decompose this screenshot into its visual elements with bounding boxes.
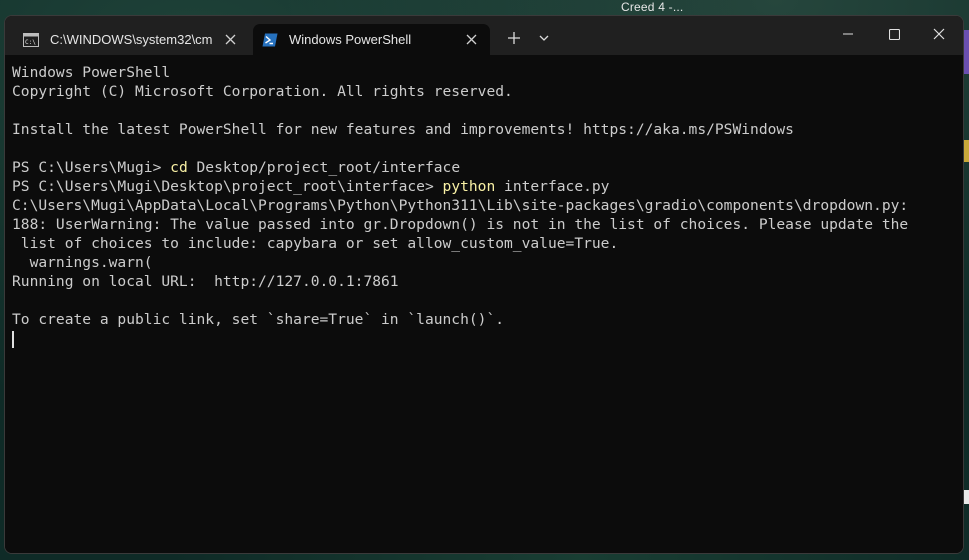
text-cursor xyxy=(12,330,14,348)
minimize-icon xyxy=(843,33,853,35)
cursor-line[interactable] xyxy=(12,329,963,348)
terminal-output[interactable]: Windows PowerShell Copyright (C) Microso… xyxy=(5,55,963,553)
tab-cmd[interactable]: C:\ C:\WINDOWS\system32\cm xyxy=(13,24,249,55)
command-args: interface.py xyxy=(495,178,610,195)
new-tab-button[interactable] xyxy=(501,25,527,51)
svg-text:C:\: C:\ xyxy=(25,39,36,46)
output-line: warnings.warn( xyxy=(12,254,153,271)
command-line: PS C:\Users\Mugi> cd Desktop/project_roo… xyxy=(12,158,963,177)
title-bar[interactable]: C:\ C:\WINDOWS\system32\cm Windows Power… xyxy=(5,16,963,55)
prompt: PS C:\Users\Mugi\Desktop\project_root\in… xyxy=(12,178,443,195)
terminal-line: Windows PowerShell xyxy=(12,64,171,81)
chevron-down-icon xyxy=(539,35,549,41)
maximize-icon xyxy=(888,28,900,40)
cmd-icon: C:\ xyxy=(23,32,39,47)
output-line: 188: UserWarning: The value passed into … xyxy=(12,216,909,233)
tab-powershell[interactable]: Windows PowerShell xyxy=(253,24,490,55)
terminal-window: C:\ C:\WINDOWS\system32\cm Windows Power… xyxy=(4,15,964,554)
maximize-button[interactable] xyxy=(871,16,917,52)
tab-dropdown-button[interactable] xyxy=(531,25,557,51)
terminal-line: Copyright (C) Microsoft Corporation. All… xyxy=(12,83,513,100)
plus-icon xyxy=(508,32,520,44)
command-line: PS C:\Users\Mugi\Desktop\project_root\in… xyxy=(12,177,963,196)
command-name: python xyxy=(442,178,496,195)
tab-cmd-label: C:\WINDOWS\system32\cm xyxy=(50,32,213,47)
output-line: To create a public link, set `share=True… xyxy=(12,311,505,328)
close-icon[interactable] xyxy=(463,31,479,47)
command-name: cd xyxy=(170,159,188,176)
powershell-icon xyxy=(262,33,278,46)
command-args: Desktop/project_root/interface xyxy=(187,159,461,176)
desktop-window-title: Creed 4 -... xyxy=(621,0,684,14)
prompt: PS C:\Users\Mugi> xyxy=(12,159,171,176)
output-line: C:\Users\Mugi\AppData\Local\Programs\Pyt… xyxy=(12,197,909,214)
minimize-button[interactable] xyxy=(825,16,871,52)
close-icon xyxy=(933,28,945,40)
terminal-line: Install the latest PowerShell for new fe… xyxy=(12,121,794,138)
output-line: Running on local URL: http://127.0.0.1:7… xyxy=(12,273,399,290)
output-line: list of choices to include: capybara or … xyxy=(12,235,619,252)
close-window-button[interactable] xyxy=(916,16,962,52)
close-icon[interactable] xyxy=(222,31,238,47)
tab-powershell-label: Windows PowerShell xyxy=(289,32,412,47)
